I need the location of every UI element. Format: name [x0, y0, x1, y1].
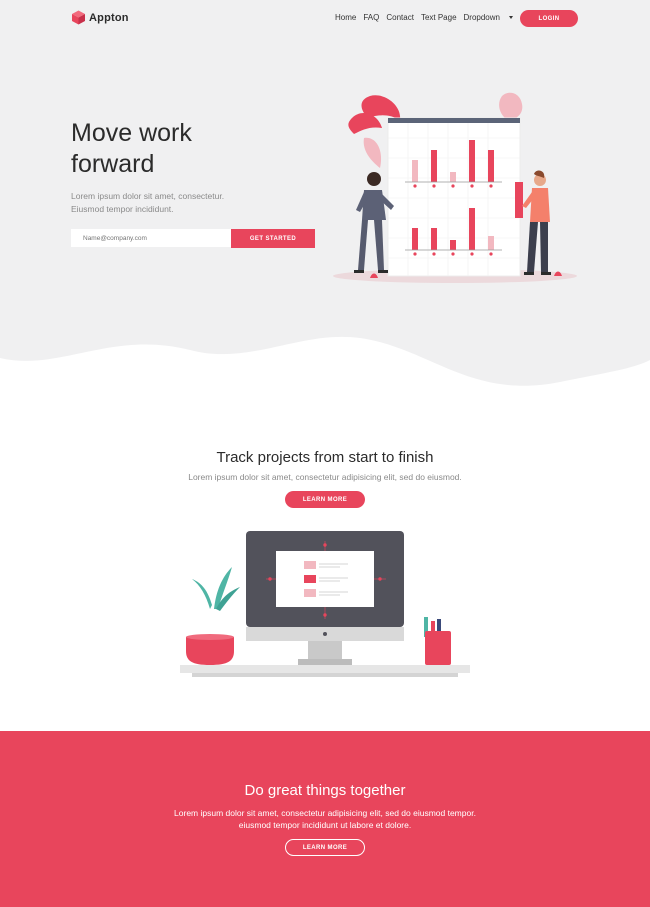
nav-dropdown-label: Dropdown [463, 13, 500, 22]
hero-title-line2: forward [71, 150, 155, 178]
cta-section: Do great things together Lorem ipsum dol… [0, 731, 650, 907]
hero-description: Lorem ipsum dolor sit amet, consectetur.… [71, 190, 271, 216]
cta-text-line2: eiusmod tempor incididunt ut labore et d… [238, 820, 412, 830]
hero-wave-divider [0, 336, 650, 410]
nav-item-dropdown[interactable]: Dropdown [464, 13, 513, 22]
nav-item-home[interactable]: Home [335, 13, 356, 22]
feature-description: Lorem ipsum dolor sit amet, consectetur … [188, 472, 462, 482]
feature-title: Track projects from start to finish [216, 449, 434, 466]
nav-item-faq[interactable]: FAQ [363, 13, 379, 22]
hero-text-line1: Lorem ipsum dolor sit amet, consectetur. [71, 191, 225, 201]
get-started-button[interactable]: GET STARTED [231, 229, 315, 248]
navbar: Appton Home FAQ Contact Text Page Dropdo… [0, 0, 650, 38]
caret-down-icon [508, 16, 513, 20]
learn-more-button[interactable]: LEARN MORE [285, 491, 365, 508]
cta-learn-more-button[interactable]: LEARN MORE [285, 839, 365, 856]
email-field[interactable] [71, 229, 239, 247]
brand-logo[interactable]: Appton [71, 10, 129, 25]
hero-title-line1: Move work [71, 119, 192, 147]
brand-name: Appton [89, 11, 129, 24]
hero-illustration [333, 92, 577, 283]
nav-item-text-page[interactable]: Text Page [421, 13, 457, 22]
cube-logo-icon [72, 10, 85, 25]
cta-description: Lorem ipsum dolor sit amet, consectetur … [150, 807, 500, 831]
hero-title: Move work forward [71, 118, 311, 180]
login-button[interactable]: LOGIN [520, 10, 578, 27]
cta-title: Do great things together [244, 782, 406, 799]
hero-text-line2: Eiusmod tempor incididunt. [71, 204, 174, 214]
main-nav: Home FAQ Contact Text Page Dropdown [335, 13, 520, 22]
desk-illustration [180, 531, 470, 677]
cta-text-line1: Lorem ipsum dolor sit amet, consectetur … [174, 808, 476, 818]
nav-item-contact[interactable]: Contact [386, 13, 414, 22]
